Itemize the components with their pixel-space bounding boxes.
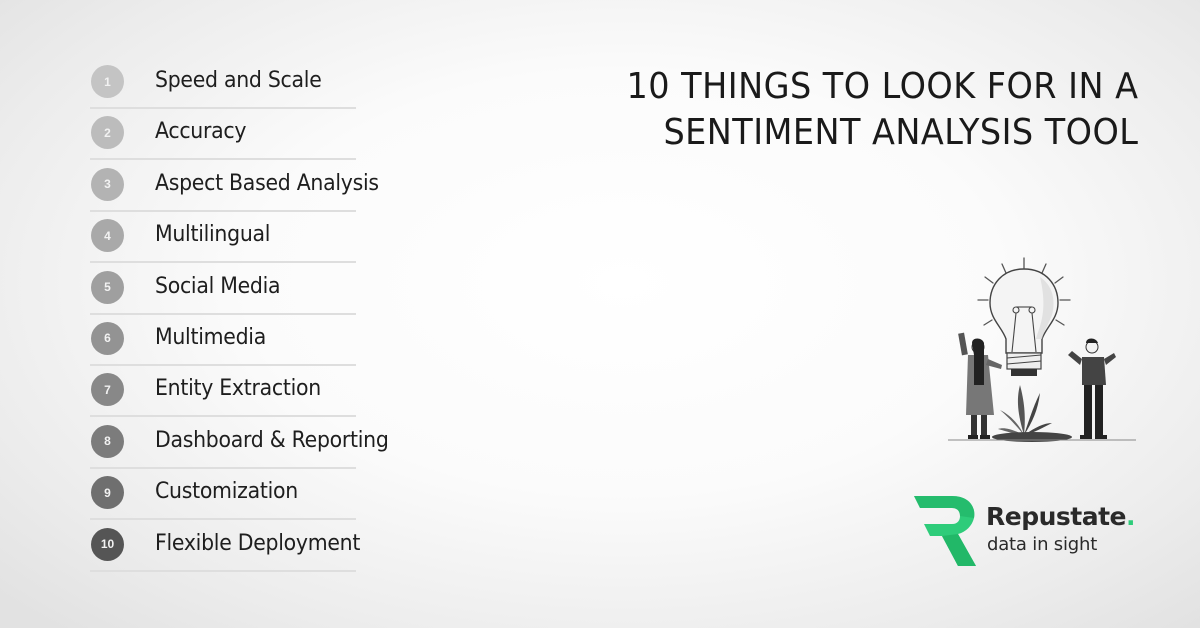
brand-dot: . — [1126, 502, 1136, 531]
list-item-label: Entity Extraction — [155, 376, 321, 402]
number-badge: 5 — [91, 270, 124, 304]
divider — [90, 569, 356, 572]
list-item: 6 Multimedia — [90, 313, 430, 366]
number-badge: 7 — [91, 373, 124, 407]
number-badge: 1 — [91, 65, 124, 98]
brand-tagline: data in sight — [987, 534, 1098, 555]
list-item: 8 Dashboard & Reporting — [90, 416, 430, 469]
number-badge: 3 — [91, 167, 124, 201]
repustate-r-logo-icon — [914, 496, 976, 566]
number-badge: 10 — [91, 527, 124, 561]
title-line-2: SENTIMENT ANALYSIS TOOL — [663, 112, 1138, 153]
brand-name: Repustate. — [986, 502, 1136, 531]
number-badge: 9 — [91, 476, 124, 510]
list-item-label: Dashboard & Reporting — [155, 427, 389, 453]
list-item: 4 Multilingual — [90, 210, 430, 264]
feature-list: 1 Speed and Scale 2 Accuracy 3 Aspect Based A… — [90, 56, 430, 572]
list-item-label: Customization — [155, 479, 298, 505]
list-item-label: Multilingual — [155, 222, 271, 248]
lightbulb-people-illustration — [944, 255, 1140, 445]
list-item-label: Accuracy — [155, 119, 247, 145]
list-item: 7 Entity Extraction — [90, 364, 430, 418]
list-item: 5 Social Media — [90, 262, 430, 315]
repustate-logo[interactable]: Repustate. data in sight — [912, 494, 1152, 568]
brand-text: Repustate — [986, 502, 1127, 531]
number-badge: 6 — [91, 321, 124, 355]
number-badge: 8 — [91, 424, 124, 458]
number-badge: 2 — [91, 116, 124, 150]
list-item: 1 Speed and Scale — [90, 56, 430, 109]
list-item-label: Flexible Deployment — [155, 530, 361, 556]
lightbulb-icon — [948, 257, 1136, 442]
list-item: 10 Flexible Deployment — [90, 519, 430, 572]
list-item-label: Aspect Based Analysis — [155, 170, 379, 196]
list-item: 2 Accuracy — [90, 107, 430, 161]
list-item-label: Multimedia — [155, 324, 266, 350]
number-badge: 4 — [91, 219, 124, 253]
page-title: 10 THINGS TO LOOK FOR IN A SENTIMENT ANA… — [626, 64, 1138, 156]
list-item-label: Social Media — [155, 273, 281, 299]
list-item-label: Speed and Scale — [155, 68, 322, 93]
list-item: 9 Customization — [90, 467, 430, 521]
list-item: 3 Aspect Based Analysis — [90, 159, 430, 212]
title-line-1: 10 THINGS TO LOOK FOR IN A — [626, 66, 1138, 107]
